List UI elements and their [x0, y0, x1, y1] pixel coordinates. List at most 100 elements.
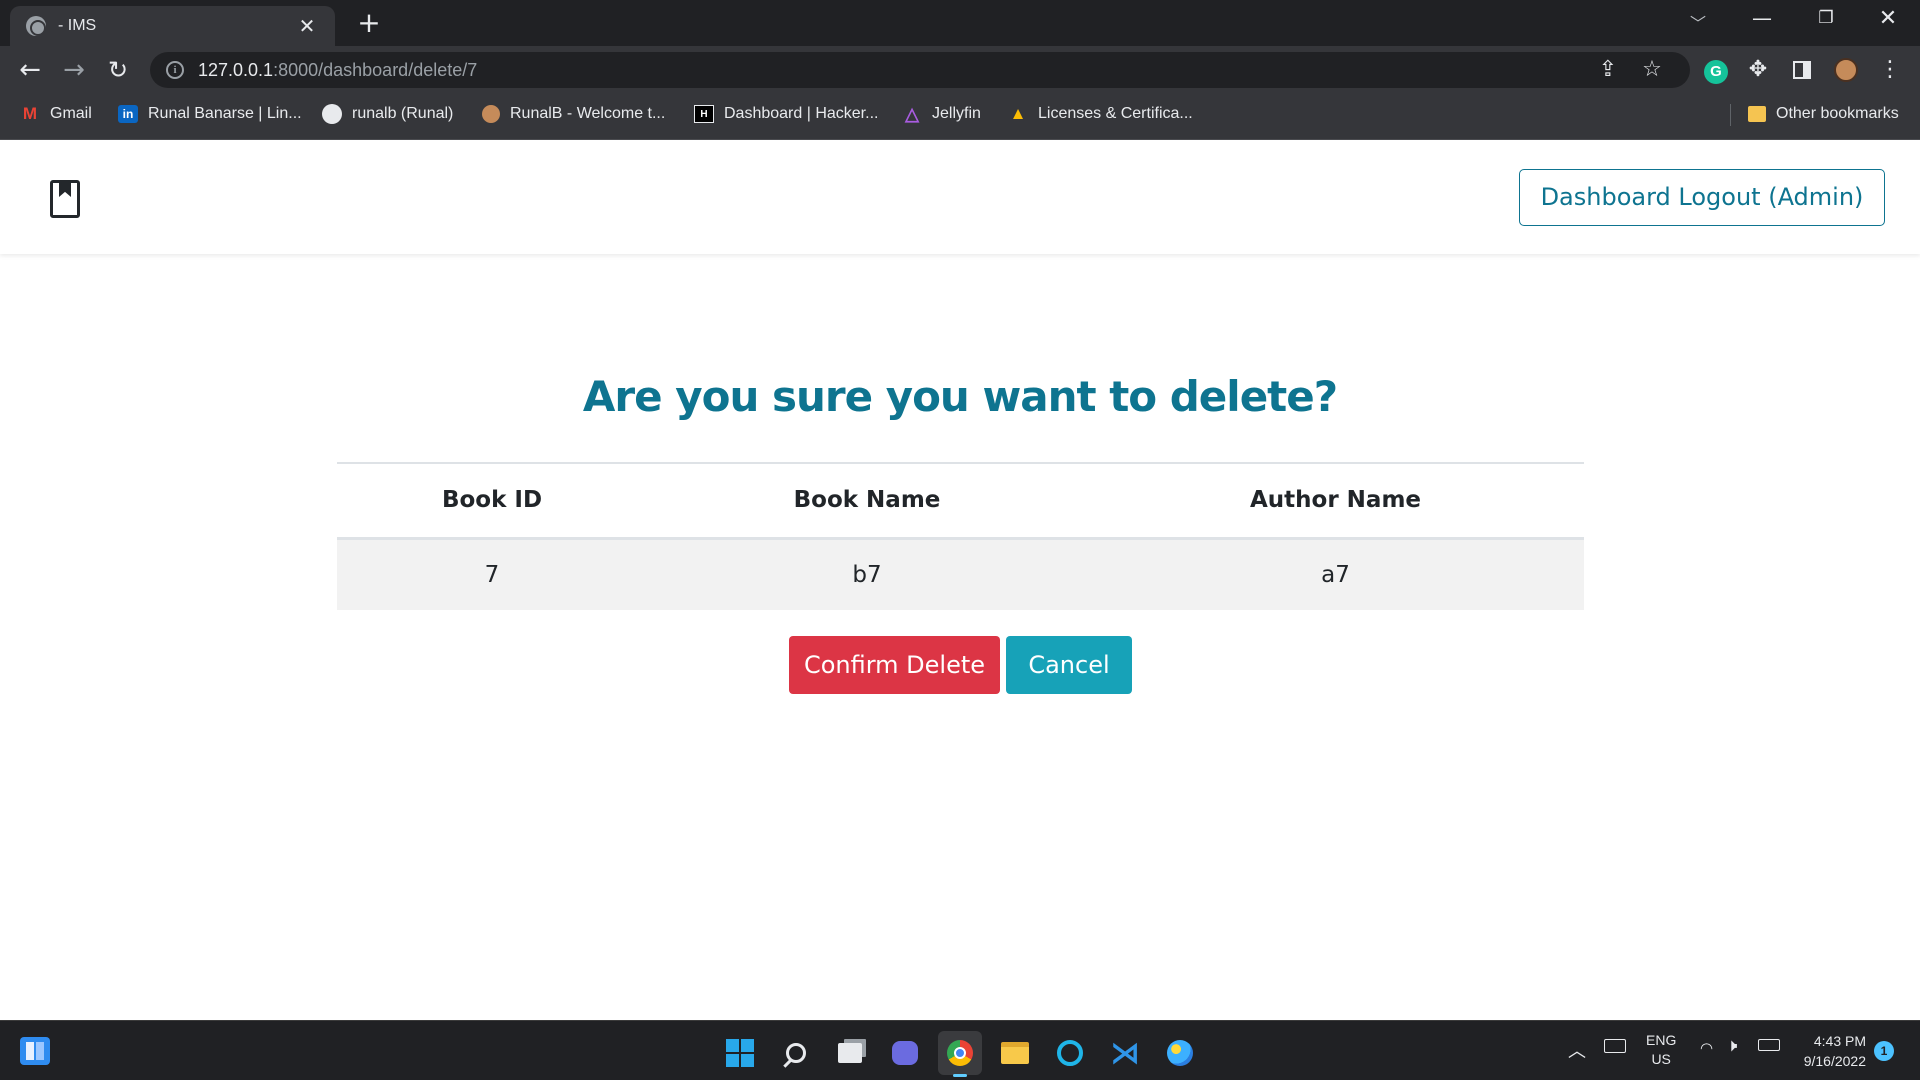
- vscode-icon: ⋊: [1110, 1035, 1140, 1071]
- widgets-icon[interactable]: [20, 1037, 50, 1065]
- bookmark-label: Licenses & Certifica...: [1038, 105, 1193, 122]
- browser-toolbar: ← → ↻ i 127.0.0.1:8000/dashboard/delete/…: [0, 46, 1920, 94]
- bookmarks-divider: [1730, 104, 1731, 126]
- vscode-button[interactable]: ⋊: [1103, 1031, 1147, 1075]
- alexa-icon: [1057, 1040, 1083, 1066]
- search-icon: [786, 1043, 806, 1063]
- restore-icon[interactable]: ❐: [1806, 8, 1846, 28]
- reload-icon[interactable]: ↻: [102, 55, 134, 85]
- cancel-button[interactable]: Cancel: [1006, 636, 1132, 694]
- google-drive-icon: ▲: [1009, 104, 1027, 123]
- battery-icon[interactable]: [1758, 1039, 1780, 1051]
- region-code: US: [1651, 1051, 1671, 1067]
- wifi-icon[interactable]: ◠: [1700, 1039, 1713, 1057]
- hackerrank-icon: H: [694, 105, 714, 123]
- url-text[interactable]: 127.0.0.1:8000/dashboard/delete/7: [198, 60, 477, 81]
- close-tab-icon[interactable]: ✕: [295, 14, 319, 38]
- bookmark-gmail[interactable]: M Gmail: [20, 94, 92, 134]
- bookmark-book-icon[interactable]: [50, 180, 80, 218]
- file-explorer-button[interactable]: [993, 1031, 1037, 1075]
- bookmark-label: Gmail: [50, 105, 92, 122]
- bookmark-label: Jellyfin: [932, 105, 981, 122]
- bookmark-github[interactable]: runalb (Runal): [322, 94, 453, 134]
- folder-icon: [1748, 106, 1766, 122]
- bookmark-label: Dashboard | Hacker...: [724, 105, 879, 122]
- avatar-icon: [482, 105, 500, 123]
- column-header-author-name: Author Name: [1087, 463, 1584, 540]
- address-bar[interactable]: i 127.0.0.1:8000/dashboard/delete/7 ⇪ ☆: [150, 52, 1690, 88]
- column-header-book-name: Book Name: [647, 463, 1087, 540]
- chrome-icon: [947, 1040, 973, 1066]
- start-button[interactable]: [718, 1031, 762, 1075]
- chrome-taskbar-button[interactable]: [938, 1031, 982, 1077]
- tab-search-chevron-icon[interactable]: ﹀: [1690, 10, 1706, 34]
- alexa-button[interactable]: [1048, 1031, 1092, 1075]
- other-bookmarks[interactable]: Other bookmarks: [1748, 94, 1899, 134]
- clock-date: 9/16/2022: [1803, 1053, 1866, 1069]
- browser-tab-strip: - IMS ✕ + ﹀ — ❐ ✕: [0, 0, 1920, 46]
- teams-chat-button[interactable]: [883, 1031, 927, 1075]
- paint-button[interactable]: [1158, 1031, 1202, 1075]
- browser-menu-icon[interactable]: ⋮: [1874, 54, 1906, 86]
- confirm-delete-button[interactable]: Confirm Delete: [789, 636, 1000, 694]
- web-page: Dashboard Logout (Admin) Are you sure yo…: [0, 140, 1920, 1020]
- extensions-puzzle-icon[interactable]: ✥: [1742, 54, 1774, 86]
- page-title: Are you sure you want to delete?: [582, 372, 1338, 421]
- linkedin-icon: in: [118, 105, 138, 123]
- table-row: 7 b7 a7: [337, 538, 1584, 610]
- file-explorer-icon: [1001, 1042, 1029, 1064]
- gmail-icon: M: [22, 104, 38, 123]
- window-close-icon[interactable]: ✕: [1868, 6, 1908, 31]
- dashboard-logout-button[interactable]: Dashboard Logout (Admin): [1519, 169, 1885, 226]
- bookmark-licenses[interactable]: ▲ Licenses & Certifica...: [1008, 94, 1193, 134]
- teams-chat-icon: [892, 1041, 918, 1065]
- jellyfin-icon: △: [905, 104, 919, 124]
- task-view-icon: [838, 1043, 862, 1063]
- cell-book-id: 7: [337, 538, 647, 610]
- bookmark-jellyfin[interactable]: △ Jellyfin: [902, 94, 981, 134]
- new-tab-icon[interactable]: +: [354, 9, 384, 37]
- browser-tab[interactable]: - IMS ✕: [10, 6, 335, 46]
- clock-time: 4:43 PM: [1813, 1033, 1866, 1049]
- clock[interactable]: 4:43 PM 9/16/2022: [1790, 1031, 1866, 1071]
- globe-icon: [26, 16, 46, 36]
- bookmark-linkedin[interactable]: in Runal Banarse | Lin...: [118, 94, 302, 134]
- site-navbar: Dashboard Logout (Admin): [0, 140, 1920, 254]
- notification-badge[interactable]: 1: [1874, 1041, 1894, 1061]
- cell-author-name: a7: [1087, 538, 1584, 610]
- tab-title: - IMS: [58, 17, 97, 34]
- other-bookmarks-label: Other bookmarks: [1776, 105, 1899, 122]
- github-icon: [322, 104, 342, 124]
- taskbar-search-button[interactable]: [774, 1031, 818, 1075]
- bookmarks-bar: M Gmail in Runal Banarse | Lin... runalb…: [0, 94, 1920, 140]
- column-header-book-id: Book ID: [337, 463, 647, 540]
- bookmark-label: Runal Banarse | Lin...: [148, 105, 302, 122]
- language-code: ENG: [1646, 1032, 1677, 1048]
- book-details-table: Book ID Book Name Author Name 7 b7 a7: [337, 462, 1584, 610]
- minimize-icon[interactable]: —: [1742, 6, 1782, 30]
- bookmark-label: RunalB - Welcome t...: [510, 105, 666, 122]
- table-header-row: Book ID Book Name Author Name: [337, 463, 1584, 540]
- input-language-indicator[interactable]: ENG US: [1646, 1031, 1676, 1069]
- touch-keyboard-icon[interactable]: [1604, 1039, 1626, 1053]
- bookmark-star-icon[interactable]: ☆: [1636, 54, 1668, 86]
- volume-muted-icon[interactable]: 🕨: [1726, 1035, 1737, 1056]
- share-icon[interactable]: ⇪: [1592, 54, 1624, 86]
- side-panel-icon[interactable]: [1786, 54, 1818, 86]
- windows-logo-icon: [726, 1039, 754, 1067]
- url-path: :8000/dashboard/delete/7: [273, 59, 478, 80]
- grammarly-extension-icon[interactable]: G: [1700, 54, 1732, 86]
- cell-book-name: b7: [647, 538, 1087, 610]
- bookmark-hackerrank[interactable]: H Dashboard | Hacker...: [694, 94, 878, 134]
- task-view-button[interactable]: [828, 1031, 872, 1075]
- bookmark-runalb[interactable]: RunalB - Welcome t...: [482, 94, 665, 134]
- paint-icon: [1167, 1040, 1193, 1066]
- bookmark-label: runalb (Runal): [352, 105, 454, 122]
- forward-arrow-icon[interactable]: →: [58, 55, 90, 85]
- profile-avatar-icon[interactable]: [1830, 54, 1862, 86]
- back-arrow-icon[interactable]: ←: [14, 55, 46, 85]
- windows-taskbar: ⋊ ︿ ENG US ◠ 🕨 4:43 PM 9/16/2022 1: [0, 1020, 1920, 1080]
- site-info-icon[interactable]: i: [166, 61, 184, 79]
- url-host: 127.0.0.1: [198, 59, 274, 80]
- show-hidden-icons-chevron-icon[interactable]: ︿: [1568, 1037, 1586, 1063]
